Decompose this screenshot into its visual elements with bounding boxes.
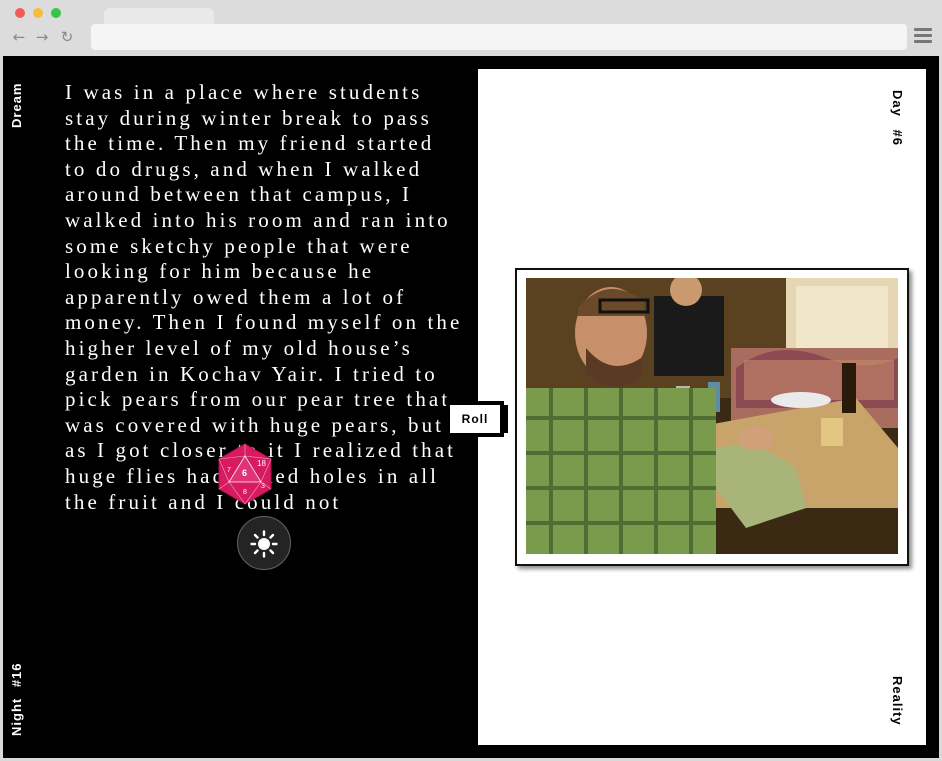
dice-face-right: 3	[261, 483, 265, 490]
dream-label: Dream	[9, 82, 24, 128]
photo-frame	[515, 268, 909, 566]
back-arrow-icon[interactable]: ←	[10, 28, 28, 46]
hamburger-menu-icon[interactable]	[914, 28, 932, 44]
page-viewport: Dream Night #16 I was in a place where s…	[3, 56, 939, 758]
minimize-window-button[interactable]	[33, 8, 43, 18]
close-window-button[interactable]	[15, 8, 25, 18]
sun-icon	[250, 530, 278, 558]
browser-chrome: ← → ↻	[0, 0, 942, 56]
dice-face-bottom: 8	[243, 489, 247, 496]
reload-icon[interactable]: ↻	[58, 28, 76, 46]
day-label: Day #6	[890, 90, 905, 146]
address-bar[interactable]	[91, 24, 907, 50]
dice-face-left: 7	[227, 467, 231, 474]
maximize-window-button[interactable]	[51, 8, 61, 18]
dice-face-top: 18	[257, 459, 266, 468]
roll-button[interactable]: Roll	[446, 401, 508, 437]
dice-face-center: 6	[242, 468, 247, 478]
d20-dice-icon[interactable]: 18 6 7 8 3	[213, 442, 277, 506]
theme-toggle-button[interactable]	[237, 516, 291, 570]
night-label: Night #16	[9, 662, 24, 736]
reality-label: Reality	[890, 676, 905, 726]
forward-arrow-icon[interactable]: →	[33, 28, 51, 46]
reality-photo	[526, 278, 898, 554]
